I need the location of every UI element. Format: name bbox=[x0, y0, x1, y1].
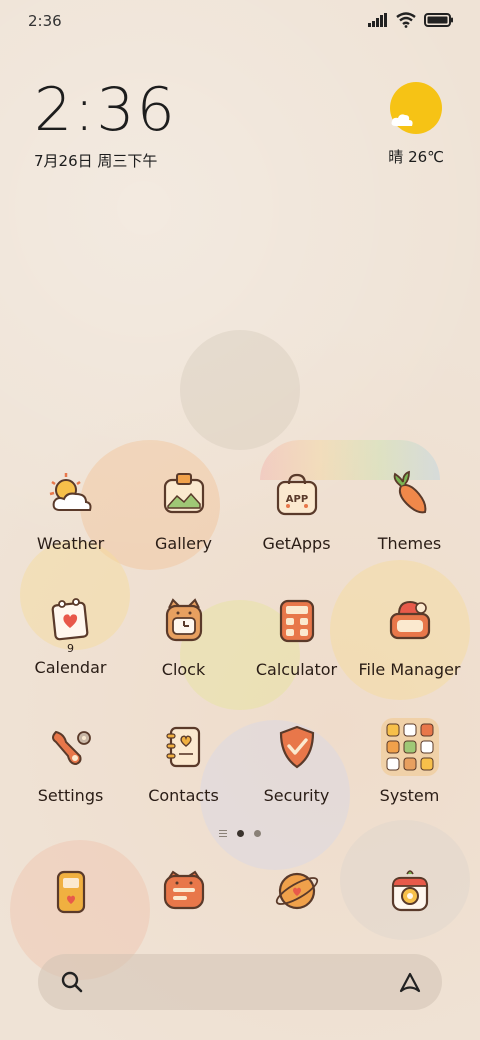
calendar-date-badge: 9 bbox=[67, 642, 74, 655]
settings-icon bbox=[46, 722, 96, 772]
phone-icon bbox=[46, 866, 96, 916]
app-calendar[interactable]: 9 Calendar bbox=[14, 596, 127, 722]
app-label: Themes bbox=[377, 534, 442, 553]
contacts-icon bbox=[159, 722, 209, 772]
clock-widget[interactable]: 2:36 7月26日 周三下午 bbox=[34, 80, 177, 171]
app-row: 9 Calendar Clock Calculator File Manager bbox=[14, 596, 466, 722]
app-label: Security bbox=[263, 786, 330, 805]
battery-icon bbox=[424, 13, 453, 27]
app-clock[interactable]: Clock bbox=[127, 596, 240, 722]
dock-app-browser[interactable] bbox=[240, 866, 353, 926]
dock-app-phone[interactable] bbox=[14, 866, 127, 926]
dock-app-camera[interactable] bbox=[353, 866, 466, 926]
app-label: Calculator bbox=[255, 660, 338, 679]
carrot-icon bbox=[385, 470, 435, 520]
weather-summary: 晴 26℃ bbox=[388, 146, 444, 167]
getapps-icon: APP bbox=[272, 470, 322, 520]
sun-icon bbox=[390, 82, 443, 134]
page-dot bbox=[254, 830, 261, 837]
clock-date: 7月26日 周三下午 bbox=[34, 152, 158, 170]
app-label: Gallery bbox=[155, 534, 212, 553]
gallery-icon bbox=[159, 470, 209, 520]
app-label: Settings bbox=[37, 786, 104, 805]
weather-temperature: 26℃ bbox=[408, 148, 444, 166]
browser-icon bbox=[272, 866, 322, 916]
page-indicator[interactable] bbox=[0, 830, 480, 837]
page-menu-icon bbox=[219, 830, 227, 837]
weather-icon bbox=[46, 470, 96, 520]
dock-app-messages[interactable] bbox=[127, 866, 240, 926]
security-icon bbox=[272, 722, 322, 772]
app-label: Calendar bbox=[34, 658, 107, 677]
app-label: System bbox=[379, 786, 440, 805]
status-bar: 2:36 bbox=[0, 0, 480, 42]
search-bar[interactable] bbox=[38, 954, 442, 1010]
status-icons bbox=[368, 12, 454, 28]
wallpaper-decoration bbox=[180, 330, 300, 450]
dock bbox=[14, 866, 466, 926]
app-label: GetApps bbox=[262, 534, 331, 553]
app-label: Clock bbox=[161, 660, 206, 679]
svg-text:APP: APP bbox=[285, 494, 307, 505]
app-file-manager[interactable]: File Manager bbox=[353, 596, 466, 722]
camera-icon bbox=[385, 866, 435, 916]
app-label: Weather bbox=[36, 534, 105, 553]
app-label: File Manager bbox=[358, 660, 461, 679]
app-getapps[interactable]: APP GetApps bbox=[240, 470, 353, 596]
wifi-icon bbox=[396, 12, 416, 28]
messages-icon bbox=[159, 866, 209, 916]
weather-widget[interactable]: 晴 26℃ bbox=[388, 82, 444, 167]
search-icon[interactable] bbox=[60, 970, 84, 994]
clock-icon bbox=[159, 596, 209, 646]
calculator-icon bbox=[272, 596, 322, 646]
signal-icon bbox=[368, 13, 387, 27]
page-dot-active bbox=[237, 830, 244, 837]
app-gallery[interactable]: Gallery bbox=[127, 470, 240, 596]
app-grid: Weather Gallery APP GetApps Themes 9 Cal… bbox=[14, 470, 466, 848]
system-folder-icon bbox=[379, 716, 441, 778]
status-time: 2:36 bbox=[28, 12, 62, 30]
app-label: Contacts bbox=[148, 786, 219, 805]
calendar-icon bbox=[46, 596, 96, 646]
clock-time: 2:36 bbox=[34, 75, 177, 145]
file-manager-icon bbox=[385, 596, 435, 646]
app-row: Weather Gallery APP GetApps Themes bbox=[14, 470, 466, 596]
app-calculator[interactable]: Calculator bbox=[240, 596, 353, 722]
app-weather[interactable]: Weather bbox=[14, 470, 127, 596]
app-themes[interactable]: Themes bbox=[353, 470, 466, 596]
assistant-icon[interactable] bbox=[398, 970, 422, 994]
weather-condition: 晴 bbox=[388, 148, 404, 166]
